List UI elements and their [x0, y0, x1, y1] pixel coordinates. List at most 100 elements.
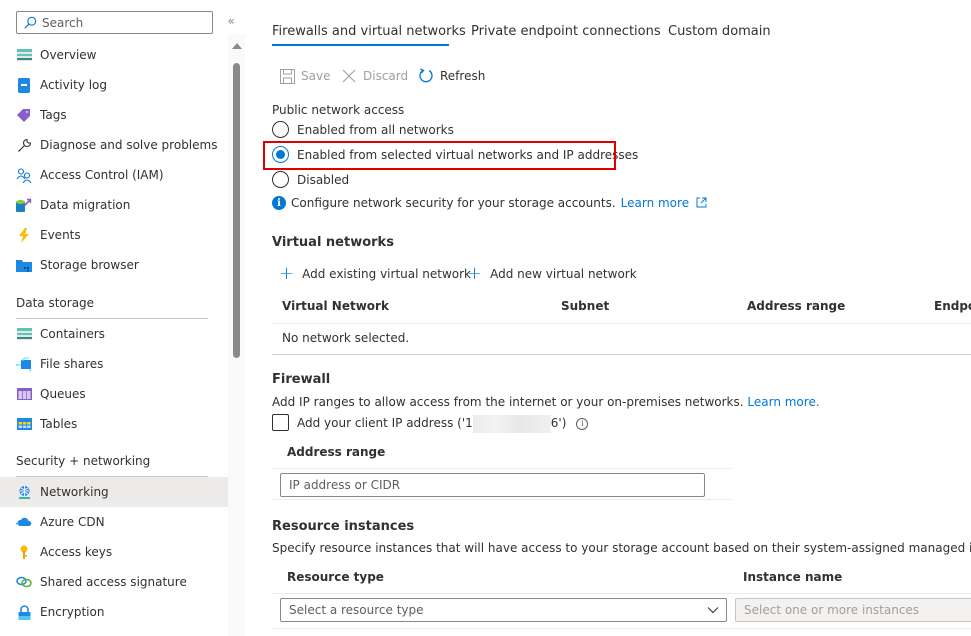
- tab-firewalls-and-virtual-networks[interactable]: Firewalls and virtual networks: [272, 24, 466, 39]
- sidebar-item-storage-browser[interactable]: Storage browser: [0, 250, 228, 280]
- search-input[interactable]: [42, 15, 202, 30]
- sidebar-item-label: Overview: [40, 48, 97, 62]
- people-icon: [16, 167, 32, 183]
- info-tooltip-icon[interactable]: i: [576, 417, 589, 430]
- sidebar-item-encryption[interactable]: Encryption: [0, 597, 228, 627]
- sidebar-item-iam[interactable]: Access Control (IAM): [0, 160, 228, 190]
- resource-instances-description: Specify resource instances that will hav…: [272, 541, 971, 555]
- radio-button[interactable]: [272, 121, 289, 138]
- table-divider: [272, 354, 971, 355]
- tab-custom-domain[interactable]: Custom domain: [668, 24, 771, 39]
- radio-label: Enabled from all networks: [297, 122, 454, 137]
- column-header-virtual-network[interactable]: Virtual Network: [282, 299, 389, 313]
- section-header-data-storage: Data storage: [16, 296, 95, 310]
- tab-private-endpoint-connections[interactable]: Private endpoint connections: [471, 24, 661, 39]
- empty-table-message: No network selected.: [282, 331, 410, 345]
- column-header-instance-name: Instance name: [743, 570, 843, 584]
- column-header-address-range[interactable]: Address range: [747, 299, 845, 313]
- refresh-icon: [418, 68, 434, 84]
- add-existing-virtual-network-button[interactable]: + Add existing virtual network: [279, 265, 471, 283]
- sidebar-item-label: Access keys: [40, 545, 113, 559]
- sidebar-item-label: Containers: [40, 327, 105, 341]
- sidebar-item-shared-access-signature[interactable]: Shared access signature: [0, 567, 228, 597]
- sidebar-item-overview[interactable]: Overview: [0, 40, 228, 70]
- activity-log-icon: [16, 77, 32, 93]
- client-ip-prefix: Add your client IP address ('1: [297, 416, 473, 430]
- sidebar-item-tables[interactable]: Tables: [0, 409, 228, 439]
- networking-icon: [16, 484, 32, 500]
- sidebar-item-networking[interactable]: Networking: [0, 477, 228, 507]
- radio-label: Enabled from selected virtual networks a…: [297, 147, 639, 162]
- radio-button-selected[interactable]: [272, 146, 289, 163]
- plus-icon: +: [467, 263, 483, 284]
- firewall-learn-more-link[interactable]: Learn more.: [747, 395, 819, 409]
- radio-enabled-all-networks[interactable]: Enabled from all networks: [272, 121, 454, 138]
- collapse-sidebar-button[interactable]: «: [224, 14, 238, 28]
- column-header-resource-type: Resource type: [287, 570, 384, 584]
- link-icon: [16, 574, 32, 590]
- cloud-icon: [16, 514, 32, 530]
- file-shares-icon: [16, 356, 32, 372]
- table-divider: [272, 499, 731, 500]
- search-box[interactable]: [16, 11, 213, 34]
- sidebar-item-queues[interactable]: Queues: [0, 379, 228, 409]
- overview-icon: [16, 47, 32, 63]
- column-header-endpoint[interactable]: Endpoi: [934, 299, 971, 313]
- sidebar-item-access-keys[interactable]: Access keys: [0, 537, 228, 567]
- sidebar-item-label: Access Control (IAM): [40, 168, 164, 182]
- ip-address-input-wrapper[interactable]: [280, 473, 705, 497]
- public-network-access-label: Public network access: [272, 103, 405, 117]
- search-icon: [24, 16, 37, 29]
- sidebar-item-label: Shared access signature: [40, 575, 187, 589]
- save-button[interactable]: Save: [279, 68, 330, 84]
- sidebar-item-tags[interactable]: Tags: [0, 100, 228, 130]
- save-icon: [279, 68, 295, 84]
- sidebar-item-activity-log[interactable]: Activity log: [0, 70, 228, 100]
- client-ip-suffix: 6'): [550, 416, 567, 430]
- radio-enabled-selected-networks[interactable]: Enabled from selected virtual networks a…: [272, 146, 638, 163]
- info-text: Configure network security for your stor…: [291, 196, 616, 210]
- lock-icon: [16, 604, 32, 620]
- sidebar-item-diagnose[interactable]: Diagnose and solve problems: [0, 130, 228, 160]
- ip-address-input[interactable]: [289, 478, 704, 492]
- resource-type-select[interactable]: [289, 603, 726, 617]
- tag-icon: [16, 107, 32, 123]
- table-divider: [272, 468, 731, 469]
- refresh-button[interactable]: Refresh: [418, 68, 485, 84]
- sidebar-item-file-shares[interactable]: File shares: [0, 349, 228, 379]
- chevron-down-icon: [707, 607, 719, 614]
- sidebar-item-label: Networking: [40, 485, 109, 499]
- instance-name-select[interactable]: [744, 603, 971, 617]
- sidebar-item-events[interactable]: Events: [0, 220, 228, 250]
- sidebar-item-azure-cdn[interactable]: Azure CDN: [0, 507, 228, 537]
- table-divider: [272, 593, 971, 594]
- section-header-security-networking: Security + networking: [16, 454, 151, 468]
- learn-more-link[interactable]: Learn more: [621, 196, 707, 210]
- add-new-virtual-network-button[interactable]: + Add new virtual network: [467, 265, 637, 283]
- add-client-ip-checkbox[interactable]: [272, 414, 289, 431]
- discard-button[interactable]: Discard: [341, 68, 408, 84]
- column-header-subnet[interactable]: Subnet: [561, 299, 609, 313]
- scrollbar-thumb[interactable]: [233, 63, 240, 358]
- resource-type-dropdown[interactable]: [280, 598, 727, 622]
- firewall-description-text: Add IP ranges to allow access from the i…: [272, 395, 744, 409]
- learn-more-text: Learn more: [620, 196, 690, 210]
- add-client-ip-label: Add your client IP address ('1 6') i: [297, 414, 589, 433]
- sidebar-item-label: Events: [40, 228, 81, 242]
- virtual-networks-heading: Virtual networks: [272, 235, 394, 250]
- table-divider: [272, 323, 971, 324]
- sidebar-item-label: Activity log: [40, 78, 107, 92]
- sidebar-item-label: File shares: [40, 357, 104, 371]
- plus-icon: +: [279, 263, 295, 284]
- key-icon: [16, 544, 32, 560]
- instance-name-dropdown[interactable]: [735, 598, 971, 622]
- radio-button[interactable]: [272, 171, 289, 188]
- sidebar-item-data-migration[interactable]: Data migration: [0, 190, 228, 220]
- active-tab-indicator: [272, 44, 449, 46]
- radio-disabled[interactable]: Disabled: [272, 171, 349, 188]
- info-message: i Configure network security for your st…: [272, 196, 707, 210]
- queues-icon: [16, 386, 32, 402]
- scroll-up-arrow[interactable]: [232, 43, 242, 49]
- sidebar-item-label: Data migration: [40, 198, 131, 212]
- sidebar-item-containers[interactable]: Containers: [0, 319, 228, 349]
